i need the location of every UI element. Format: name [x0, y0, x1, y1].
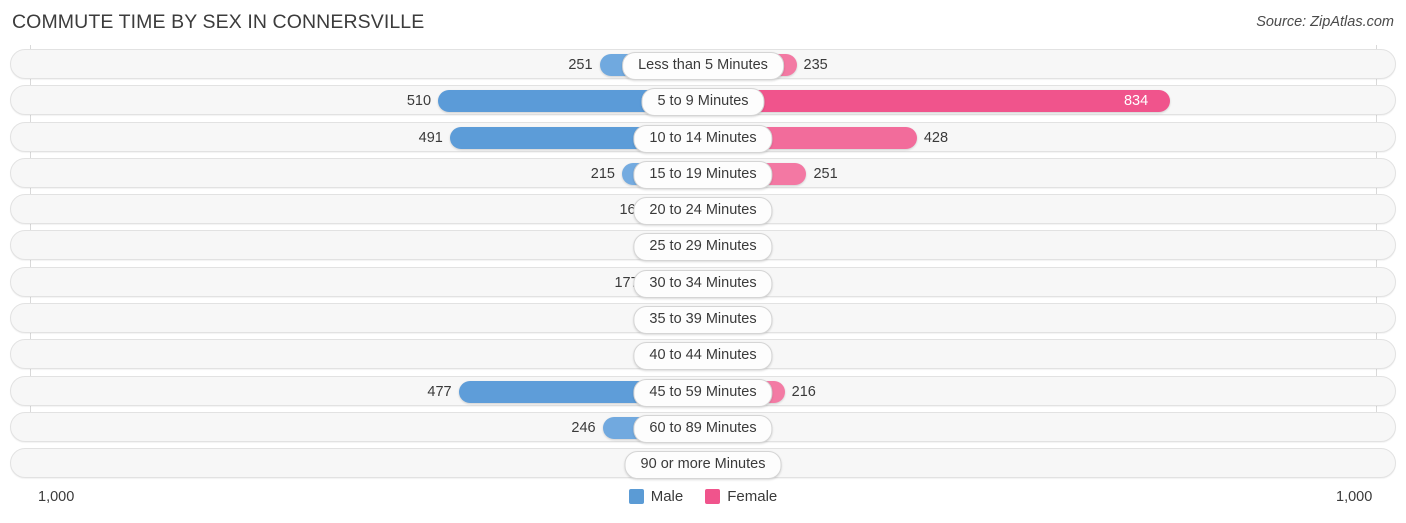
- value-label-female: 428: [923, 129, 949, 146]
- legend-label: Female: [727, 488, 778, 505]
- value-label-male: 510: [406, 93, 432, 110]
- legend-label: Male: [650, 488, 684, 505]
- category-label-pill: 20 to 24 Minutes: [633, 197, 773, 226]
- category-label-pill: Less than 5 Minutes: [622, 52, 784, 80]
- chart-row: 1341690 or more Minutes: [0, 448, 1406, 480]
- category-label-pill: 45 to 59 Minutes: [633, 378, 773, 407]
- source-attribution: Source: ZipAtlas.com: [1256, 14, 1394, 30]
- category-label-pill: 30 to 34 Minutes: [633, 269, 773, 298]
- category-label-pill: 15 to 19 Minutes: [633, 160, 773, 189]
- row-track: 251 235 Less than 5 Minutes: [10, 49, 1396, 80]
- chart-row: 394435 to 39 Minutes: [0, 303, 1406, 335]
- chart-row: 1049940 to 44 Minutes: [0, 339, 1406, 371]
- category-label-pill: 35 to 39 Minutes: [633, 306, 773, 335]
- chart-footer: 1,000 1,000 Male Female: [0, 485, 1406, 523]
- chart-plot-area: 251 235 Less than 5 Minutes 510 834 5 to 9 Mi…: [0, 45, 1406, 485]
- row-track: 491 428 10 to 14 Minutes: [10, 121, 1396, 153]
- value-label-male: 491: [418, 129, 443, 146]
- category-label-pill: 60 to 89 Minutes: [633, 414, 773, 443]
- chart-row: 215 251 15 to 19 Minutes: [0, 157, 1406, 189]
- bar-rows: 251 235 Less than 5 Minutes 510 834 5 to 9 Mi…: [0, 49, 1406, 485]
- chart-legend: Male Female: [0, 488, 1406, 505]
- row-track: 619125 to 29 Minutes: [10, 230, 1396, 262]
- chart-row: 491 428 10 to 14 Minutes: [0, 121, 1406, 153]
- category-label-pill: 25 to 29 Minutes: [633, 233, 773, 262]
- row-track: 1776130 to 34 Minutes: [10, 266, 1396, 298]
- value-label-female: 216: [791, 383, 816, 400]
- row-track: 394435 to 39 Minutes: [10, 303, 1396, 335]
- chart-row: 1698920 to 24 Minutes: [0, 194, 1406, 226]
- value-label-male: 477: [427, 383, 452, 400]
- category-label-pill: 40 to 44 Minutes: [633, 342, 773, 371]
- value-label-male: 246: [571, 419, 596, 436]
- chart-row: 477 216 45 to 59 Minutes: [0, 375, 1406, 407]
- value-label-male: 215: [590, 165, 615, 182]
- chart-row: 1776130 to 34 Minutes: [0, 266, 1406, 298]
- category-label-pill: 5 to 9 Minutes: [641, 88, 765, 117]
- row-track: 477 216 45 to 59 Minutes: [10, 375, 1396, 407]
- value-label-female: 834: [1123, 93, 1149, 110]
- row-track: 1698920 to 24 Minutes: [10, 194, 1396, 226]
- legend-item-female[interactable]: Female: [705, 488, 777, 505]
- category-label-pill: 10 to 14 Minutes: [633, 124, 773, 153]
- page-title: COMMUTE TIME BY SEX IN CONNERSVILLE: [12, 11, 425, 33]
- category-label-pill: 90 or more Minutes: [624, 451, 782, 480]
- legend-swatch-icon: [628, 489, 644, 504]
- chart-row: 619125 to 29 Minutes: [0, 230, 1406, 262]
- legend-swatch-icon: [705, 489, 721, 504]
- legend-item-male[interactable]: Male: [628, 488, 684, 505]
- value-label-female: 235: [803, 57, 828, 73]
- chart-row: 510 834 5 to 9 Minutes: [0, 85, 1406, 117]
- chart-row: 24613060 to 89 Minutes: [0, 411, 1406, 443]
- row-track: 24613060 to 89 Minutes: [10, 411, 1396, 443]
- row-track: 1341690 or more Minutes: [10, 448, 1396, 480]
- value-label-male: 251: [568, 57, 593, 73]
- chart-header: COMMUTE TIME BY SEX IN CONNERSVILLE Sour…: [0, 0, 1406, 45]
- row-track: 510 834 5 to 9 Minutes: [10, 85, 1396, 117]
- value-label-female: 251: [813, 165, 838, 182]
- chart-row: 251 235 Less than 5 Minutes: [0, 49, 1406, 80]
- row-track: 215 251 15 to 19 Minutes: [10, 157, 1396, 189]
- row-track: 1049940 to 44 Minutes: [10, 339, 1396, 371]
